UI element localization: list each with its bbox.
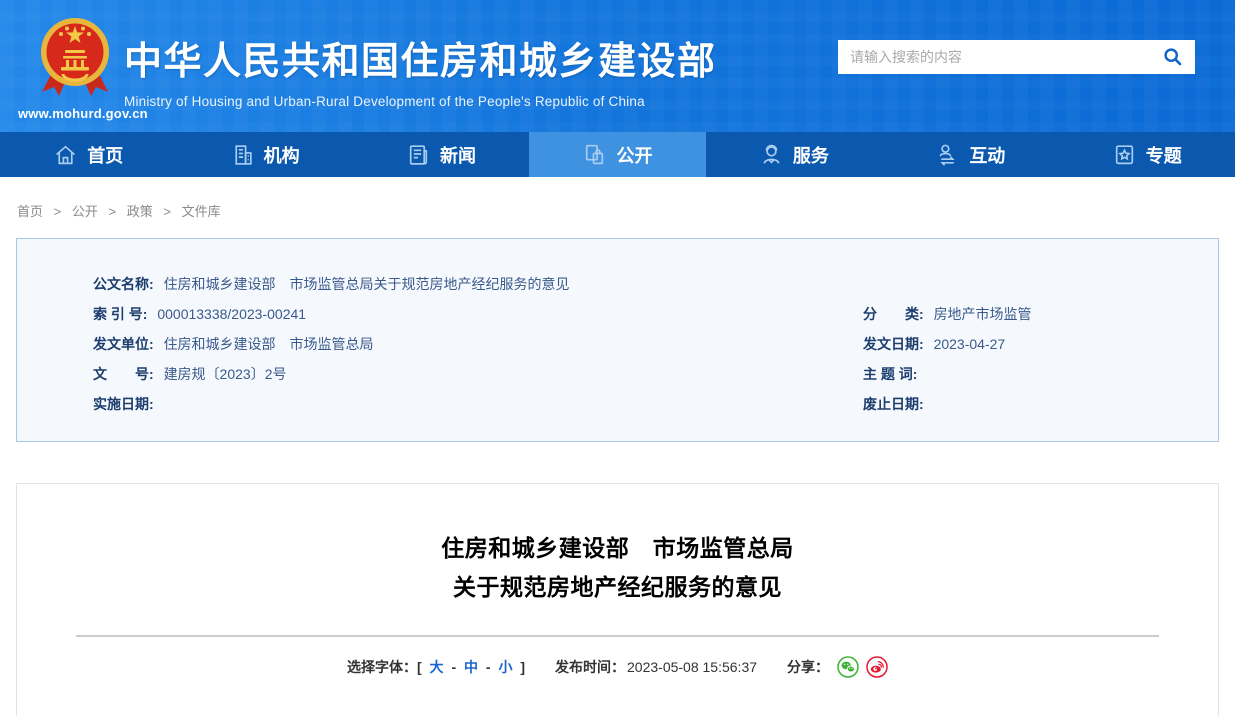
meta-row-implementation-date: 实施日期: xyxy=(93,389,863,419)
nav-label: 首页 xyxy=(87,145,124,166)
site-url: www.mohurd.gov.cn xyxy=(18,106,148,121)
meta-row-issue-date: 发文日期: 2023-04-27 xyxy=(863,329,1218,359)
meta-label: 文 号: xyxy=(93,366,154,382)
search-icon xyxy=(1164,48,1182,66)
meta-value-index-number: 000013338/2023-00241 xyxy=(157,306,307,322)
nav-label: 互动 xyxy=(969,145,1006,166)
font-size-small-button[interactable]: 小 xyxy=(498,659,512,675)
meta-value-doc-name: 住房和城乡建设部 市场监管总局关于规范房地产经纪服务的意见 xyxy=(163,276,570,292)
breadcrumb-file-library[interactable]: 文件库 xyxy=(182,204,221,219)
meta-row-issuing-unit: 发文单位: 住房和城乡建设部 市场监管总局 xyxy=(93,329,863,359)
meta-row-repeal-date: 废止日期: xyxy=(863,389,1218,419)
document-title-line2: 关于规范房地产经纪服务的意见 xyxy=(453,574,782,600)
meta-value-category: 房地产市场监管 xyxy=(933,306,1032,322)
home-icon xyxy=(53,142,78,167)
font-size-separator: - xyxy=(451,659,457,675)
font-size-medium-button[interactable]: 中 xyxy=(464,659,478,675)
meta-label: 分 类: xyxy=(863,306,924,322)
weibo-icon xyxy=(866,656,888,678)
search-input[interactable] xyxy=(838,40,1151,74)
font-size-selector: 选择字体：[ 大 - 中 - 小 ] xyxy=(347,657,525,677)
nav-item-organization[interactable]: 机构 xyxy=(176,132,352,177)
newspaper-icon xyxy=(406,142,431,167)
meta-label: 主 题 词: xyxy=(863,366,918,382)
nav-label: 服务 xyxy=(792,145,829,166)
nav-label: 新闻 xyxy=(440,145,477,166)
nav-label: 公开 xyxy=(616,145,653,166)
meta-label: 废止日期: xyxy=(863,396,924,412)
share-label: 分享： xyxy=(787,659,830,675)
share-icons xyxy=(837,656,888,678)
site-title-block: 中华人民共和国住房和城乡建设部 Ministry of Housing and … xyxy=(124,30,717,109)
nav-item-disclosure[interactable]: 公开 xyxy=(529,132,706,177)
search-box xyxy=(838,40,1195,74)
meta-value-issuing-unit: 住房和城乡建设部 市场监管总局 xyxy=(163,336,374,352)
font-size-separator: - xyxy=(485,659,491,675)
meta-row-category: 分 类: 房地产市场监管 xyxy=(863,299,1218,329)
main-nav: 首页 机构 新闻 公开 服务 互动 专题 xyxy=(0,132,1235,177)
national-emblem-icon xyxy=(41,18,109,96)
document-content-box: 住房和城乡建设部 市场监管总局 关于规范房地产经纪服务的意见 选择字体：[ 大 … xyxy=(16,483,1219,716)
publish-time-value: 2023-05-08 15:56:37 xyxy=(627,659,758,675)
nav-item-services[interactable]: 服务 xyxy=(706,132,882,177)
meta-label: 索 引 号: xyxy=(93,306,148,322)
nav-item-news[interactable]: 新闻 xyxy=(353,132,529,177)
document-title: 住房和城乡建设部 市场监管总局 关于规范房地产经纪服务的意见 xyxy=(17,529,1218,607)
meta-label: 公文名称: xyxy=(93,276,154,292)
breadcrumb-separator: > xyxy=(108,204,117,219)
search-button[interactable] xyxy=(1151,40,1195,74)
font-size-suffix: ] xyxy=(520,659,526,675)
star-box-icon xyxy=(1112,142,1137,167)
building-icon xyxy=(230,142,255,167)
site-subtitle: Ministry of Housing and Urban-Rural Deve… xyxy=(124,94,645,109)
document-title-line1: 住房和城乡建设部 市场监管总局 xyxy=(441,535,794,561)
breadcrumb-separator: > xyxy=(53,204,62,219)
meta-value-doc-number: 建房规〔2023〕2号 xyxy=(163,366,287,382)
nav-item-home[interactable]: 首页 xyxy=(0,132,176,177)
meta-label: 实施日期: xyxy=(93,396,154,412)
meta-column-left: 索 引 号: 000013338/2023-00241 发文单位: 住房和城乡建… xyxy=(93,299,863,419)
breadcrumb: 首页 > 公开 > 政策 > 文件库 xyxy=(0,177,1235,238)
meta-row-index-number: 索 引 号: 000013338/2023-00241 xyxy=(93,299,863,329)
meta-row-subject-words: 主 题 词: xyxy=(863,359,1218,389)
meta-label: 发文单位: xyxy=(93,336,154,352)
site-logo[interactable]: www.mohurd.gov.cn xyxy=(18,14,148,121)
weibo-share-button[interactable] xyxy=(866,656,888,678)
meta-label: 发文日期: xyxy=(863,336,924,352)
site-header: www.mohurd.gov.cn 中华人民共和国住房和城乡建设部 Minist… xyxy=(0,0,1235,132)
meta-value-issue-date: 2023-04-27 xyxy=(933,336,1006,352)
nav-item-topics[interactable]: 专题 xyxy=(1059,132,1235,177)
document-meta-box: 公文名称: 住房和城乡建设部 市场监管总局关于规范房地产经纪服务的意见 索 引 … xyxy=(16,238,1219,442)
meta-row-doc-name: 公文名称: 住房和城乡建设部 市场监管总局关于规范房地产经纪服务的意见 xyxy=(93,269,1218,299)
nav-label: 专题 xyxy=(1145,145,1182,166)
meta-column-right: 分 类: 房地产市场监管 发文日期: 2023-04-27 主 题 词: 废止日… xyxy=(863,299,1218,419)
service-person-icon xyxy=(759,142,784,167)
wechat-share-button[interactable] xyxy=(837,656,859,678)
font-size-prefix: 选择字体：[ xyxy=(346,659,422,675)
breadcrumb-disclosure[interactable]: 公开 xyxy=(72,204,98,219)
wechat-icon xyxy=(837,656,859,678)
document-toolbar: 选择字体：[ 大 - 中 - 小 ] 发布时间： 2023-05-08 15:5… xyxy=(17,656,1218,678)
breadcrumb-separator: > xyxy=(163,204,171,219)
title-divider xyxy=(76,635,1159,637)
open-documents-icon xyxy=(582,142,607,167)
interaction-arrows-icon xyxy=(935,142,960,167)
breadcrumb-home[interactable]: 首页 xyxy=(17,204,43,219)
font-size-large-button[interactable]: 大 xyxy=(430,659,444,675)
meta-grid: 索 引 号: 000013338/2023-00241 发文单位: 住房和城乡建… xyxy=(93,299,1218,419)
site-title: 中华人民共和国住房和城乡建设部 xyxy=(124,41,717,83)
publish-time-label: 发布时间： xyxy=(555,659,626,675)
meta-row-doc-number: 文 号: 建房规〔2023〕2号 xyxy=(93,359,863,389)
nav-item-interaction[interactable]: 互动 xyxy=(882,132,1058,177)
breadcrumb-policy[interactable]: 政策 xyxy=(127,204,153,219)
nav-label: 机构 xyxy=(263,145,300,166)
